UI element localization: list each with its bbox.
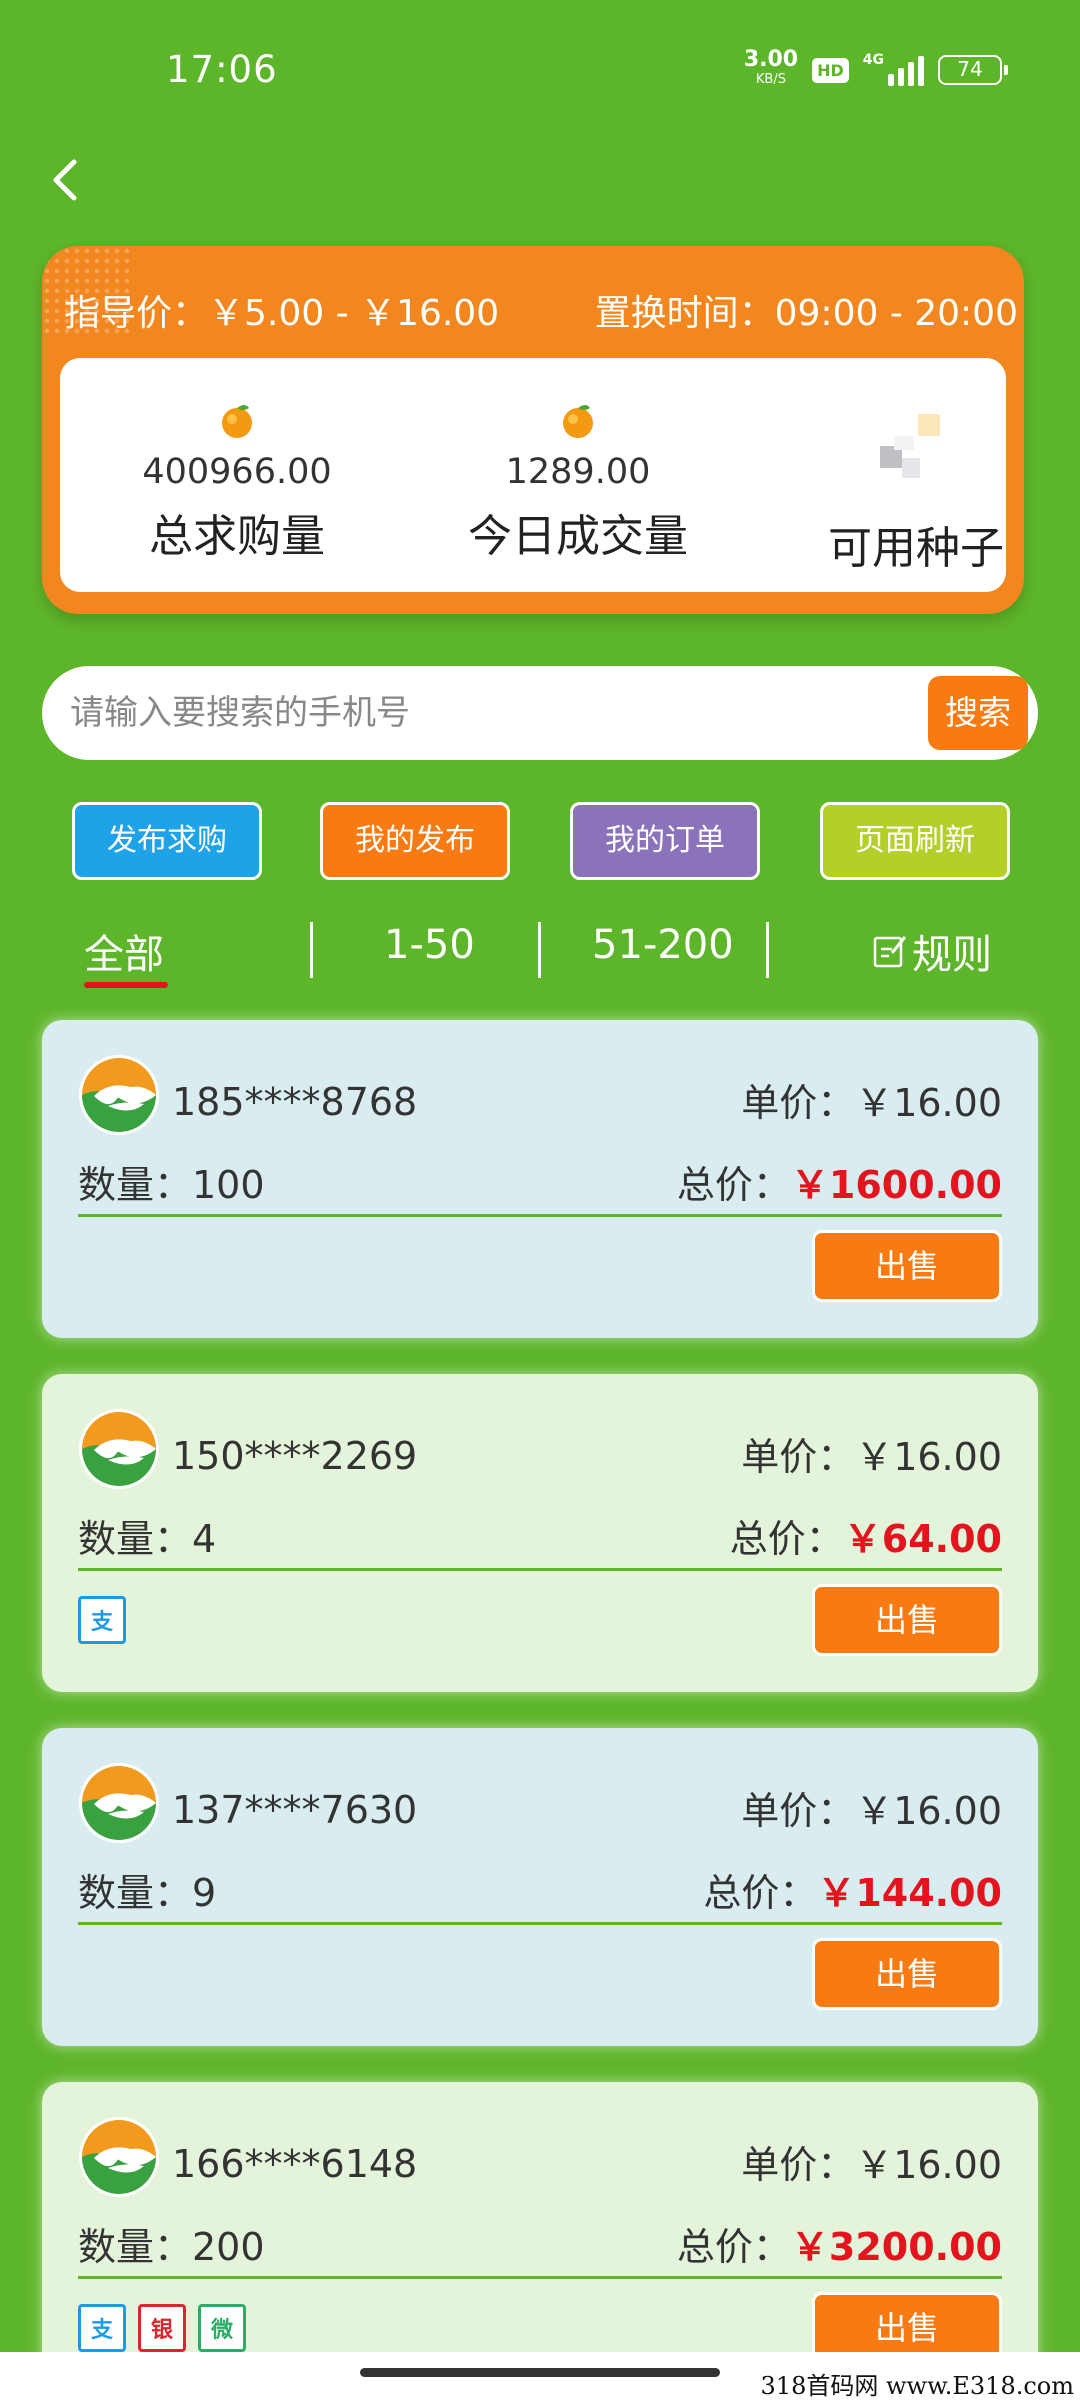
market-info-card: 指导价：￥5.00 - ￥16.00 置换时间：09:00 - 20:00 40… [42,246,1024,614]
active-tab-indicator [84,982,168,988]
battery-icon: 74 [938,55,1008,85]
back-button[interactable] [44,150,84,210]
total-price: 总价：￥144.00 [703,1871,1002,1915]
status-icons: 3.00 KB/S HD 4G 74 [743,47,1008,90]
unit-price: 单价：￥16.00 [741,1789,1002,1833]
sell-button[interactable]: 出售 [812,1230,1002,1302]
divider [78,2276,1002,2279]
watermark: 318首码网 www.E318.com [760,2372,1074,2400]
home-indicator[interactable] [360,2368,720,2377]
search-bar: 搜索 [42,666,1038,760]
quantity: 数量：4 [78,1517,217,1561]
orange-fruit-icon [563,405,593,438]
buyer-phone: 185****8768 [172,1080,418,1124]
quantity: 数量：200 [78,2225,265,2269]
search-button[interactable]: 搜索 [928,676,1028,750]
tab-range-1-50[interactable]: 1-50 [384,922,475,968]
signal-icon [888,54,924,86]
divider [78,1214,1002,1217]
alipay-icon: 支 [78,2304,126,2352]
unit-price: 单价：￥16.00 [741,1081,1002,1125]
unionpay-icon: 银 [138,2304,186,2352]
buyer-phone: 166****6148 [172,2142,418,2186]
network-type: 4G [862,52,884,68]
wechat-pay-icon: 微 [198,2304,246,2352]
tab-all[interactable]: 全部 [84,922,164,980]
my-posts-button[interactable]: 我的发布 [320,802,510,880]
tab-range-51-200[interactable]: 51-200 [592,922,734,968]
chevron-left-icon [53,159,77,201]
my-orders-button[interactable]: 我的订单 [570,802,760,880]
avatar [79,1409,159,1489]
tab-rules[interactable]: 规则 [872,922,992,980]
status-time: 17:06 [166,48,278,91]
blurred-seed-icon [866,394,966,524]
order-card: 150****2269 单价：￥16.00 数量：4 总价：￥64.00 支 出… [42,1374,1038,1692]
orange-fruit-icon [222,405,252,438]
status-bar: 17:06 3.00 KB/S HD 4G 74 [0,0,1080,140]
total-price: 总价：￥64.00 [729,1517,1002,1561]
swap-time: 置换时间：09:00 - 20:00 [594,293,1018,334]
payment-methods: 支 银 微 [78,2304,246,2352]
sell-button[interactable]: 出售 [812,1938,1002,2010]
total-price: 总价：￥3200.00 [676,2225,1002,2269]
stat-total-demand: 400966.00 总求购量 [77,358,397,564]
tab-divider [310,922,313,978]
buyer-phone: 150****2269 [172,1434,418,1478]
refresh-page-button[interactable]: 页面刷新 [820,802,1010,880]
stats-box: 400966.00 总求购量 1289.00 今日成交量 可用种子 [60,358,1006,592]
network-speed: 3.00 KB/S [743,47,799,88]
tab-divider [538,922,541,978]
edit-note-icon [873,936,907,968]
avatar [79,1763,159,1843]
publish-request-button[interactable]: 发布求购 [72,802,262,880]
avatar [79,1055,159,1135]
quantity: 数量：100 [78,1163,265,1207]
tab-divider [766,922,769,978]
divider [78,1568,1002,1571]
phone-search-input[interactable] [70,684,920,742]
order-card: 137****7630 单价：￥16.00 数量：9 总价：￥144.00 出售 [42,1728,1038,2046]
sell-button[interactable]: 出售 [812,1584,1002,1656]
unit-price: 单价：￥16.00 [741,1435,1002,1479]
divider [78,1922,1002,1925]
avatar [79,2117,159,2197]
payment-methods: 支 [78,1596,126,1644]
guide-price: 指导价：￥5.00 - ￥16.00 [64,293,500,334]
hd-icon: HD [812,57,849,83]
total-price: 总价：￥1600.00 [676,1163,1002,1207]
stat-available-seeds: 可用种子 [756,358,1076,576]
alipay-icon: 支 [78,1596,126,1644]
stat-today-volume: 1289.00 今日成交量 [418,358,738,564]
buyer-phone: 137****7630 [172,1788,418,1832]
unit-price: 单价：￥16.00 [741,2143,1002,2187]
order-card: 185****8768 单价：￥16.00 数量：100 总价：￥1600.00… [42,1020,1038,1338]
quantity: 数量：9 [78,1871,217,1915]
